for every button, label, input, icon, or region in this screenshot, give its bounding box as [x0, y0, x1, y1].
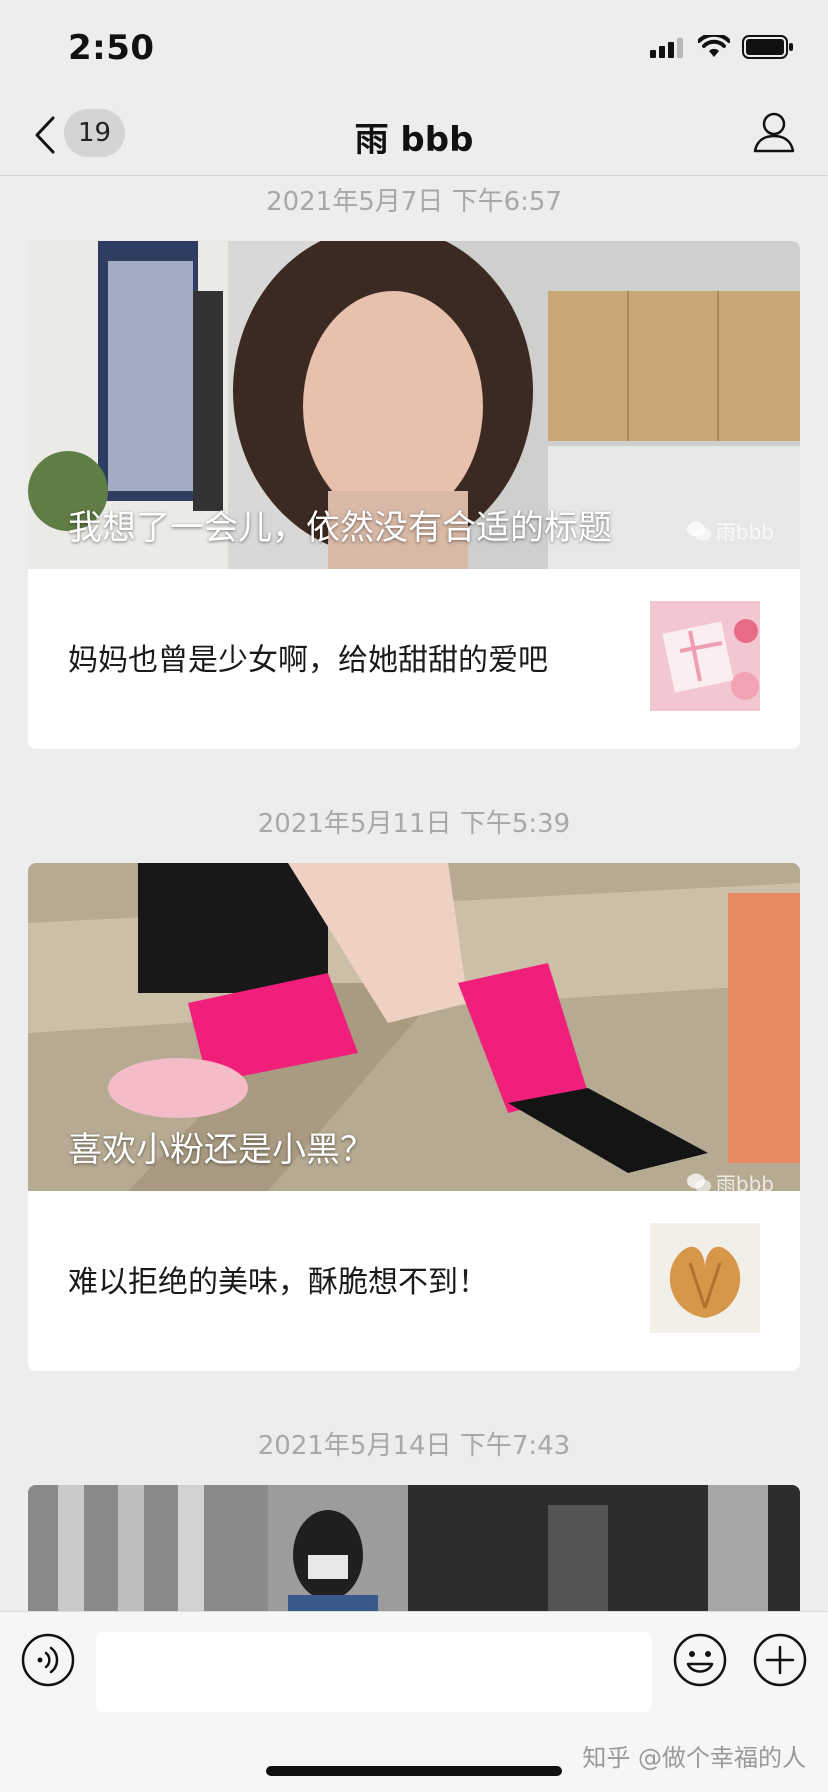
wifi-icon — [698, 35, 730, 57]
wechat-icon — [686, 1173, 711, 1191]
watermark-text: 雨bbb — [715, 1172, 774, 1191]
sub-article-thumbnail — [650, 601, 760, 711]
sub-article-row[interactable]: 妈妈也曾是少女啊，给她甜甜的爱吧 — [28, 569, 800, 749]
article-card[interactable] — [28, 1485, 800, 1611]
sub-article-title: 妈妈也曾是少女啊，给她甜甜的爱吧 — [68, 643, 548, 678]
status-icons — [650, 34, 794, 60]
article-title: 我想了一会儿，依然没有合适的标题 — [68, 508, 612, 548]
home-indicator[interactable] — [266, 1766, 562, 1776]
sub-article-row[interactable]: 难以拒绝的美味，酥脆想不到！ — [28, 1191, 800, 1371]
smiley-icon — [673, 1633, 727, 1687]
pastry-thumbnail — [650, 1223, 760, 1333]
article-hero[interactable]: 喜欢小粉还是小黑？ 雨bbb — [28, 863, 800, 1191]
zhihu-watermark: 知乎 @做个幸福的人 — [582, 1744, 806, 1772]
post-timestamp: 2021年5月14日 下午7:43 — [257, 1431, 571, 1461]
hero-watermark: 雨bbb — [686, 1168, 774, 1191]
message-input[interactable] — [96, 1632, 652, 1712]
hero-watermark: 雨bbb — [686, 516, 774, 545]
sub-article-thumbnail — [650, 1223, 760, 1333]
status-time: 2:50 — [68, 28, 155, 68]
emoji-button[interactable] — [672, 1632, 728, 1688]
article-hero[interactable] — [28, 1485, 800, 1611]
article-card[interactable]: 我想了一会儿，依然没有合适的标题 雨bbb 妈妈也曾是少女啊，给她甜甜的爱吧 — [28, 241, 800, 749]
article-title: 喜欢小粉还是小黑？ — [68, 1130, 374, 1170]
watermark-text: 雨bbb — [715, 520, 774, 544]
article-hero[interactable]: 我想了一会儿，依然没有合适的标题 雨bbb — [28, 241, 800, 569]
plus-circle-icon — [753, 1633, 807, 1687]
page-title: 雨 bbb — [354, 120, 474, 160]
voice-icon — [21, 1633, 75, 1687]
status-bar: 2:50 — [0, 0, 828, 96]
profile-button[interactable] — [752, 110, 800, 158]
hero-photo-mirror-selfie — [28, 1485, 800, 1611]
sub-article-title: 难以拒绝的美味，酥脆想不到！ — [68, 1265, 488, 1300]
post-timestamp: 2021年5月7日 下午6:57 — [266, 187, 562, 217]
article-feed[interactable]: 2021年5月7日 下午6:57 我想了一会儿，依然没有合适的标题 雨bbb 妈… — [0, 177, 828, 1611]
battery-icon — [742, 35, 793, 59]
post-timestamp: 2021年5月11日 下午5:39 — [257, 809, 571, 839]
user-icon — [753, 112, 795, 153]
wechat-icon — [686, 521, 711, 540]
nav-bar: 19 雨 bbb — [0, 96, 828, 176]
cellular-signal-icon — [650, 38, 683, 58]
article-card[interactable]: 喜欢小粉还是小黑？ 雨bbb 难以拒绝的美味，酥脆想不到！ — [28, 863, 800, 1371]
gift-box-thumbnail — [650, 601, 760, 711]
more-button[interactable] — [752, 1632, 808, 1688]
voice-button[interactable] — [20, 1632, 76, 1688]
